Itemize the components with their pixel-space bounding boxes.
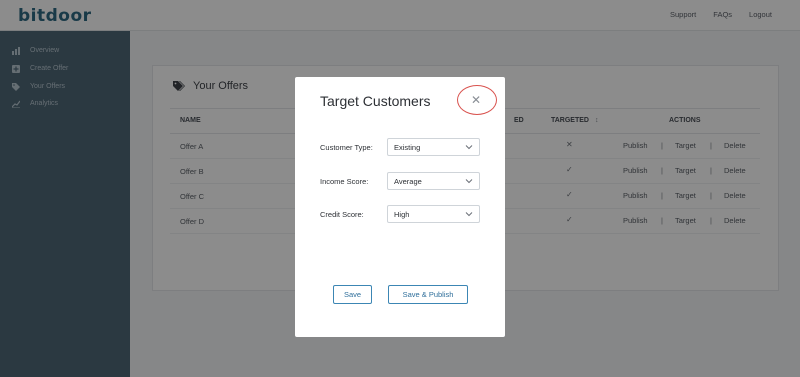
select-value: Existing [394, 143, 421, 152]
credit-score-row: Credit Score: High [320, 205, 480, 223]
close-highlight-ring [457, 85, 497, 115]
income-score-row: Income Score: Average [320, 172, 480, 190]
credit-score-label: Credit Score: [320, 209, 364, 219]
income-score-select[interactable]: Average [387, 172, 480, 190]
customer-type-select[interactable]: Existing [387, 138, 480, 156]
select-value: High [394, 210, 410, 219]
income-score-label: Income Score: [320, 176, 369, 186]
modal-title: Target Customers [320, 93, 431, 109]
chevron-down-icon [465, 145, 473, 150]
target-customers-modal: Target Customers ✕ Customer Type: Existi… [295, 77, 505, 337]
save-and-publish-button[interactable]: Save & Publish [388, 285, 468, 304]
customer-type-row: Customer Type: Existing [320, 138, 480, 156]
chevron-down-icon [465, 179, 473, 184]
credit-score-select[interactable]: High [387, 205, 480, 223]
select-value: Average [394, 177, 422, 186]
chevron-down-icon [465, 212, 473, 217]
customer-type-label: Customer Type: [320, 142, 373, 152]
save-button[interactable]: Save [333, 285, 372, 304]
